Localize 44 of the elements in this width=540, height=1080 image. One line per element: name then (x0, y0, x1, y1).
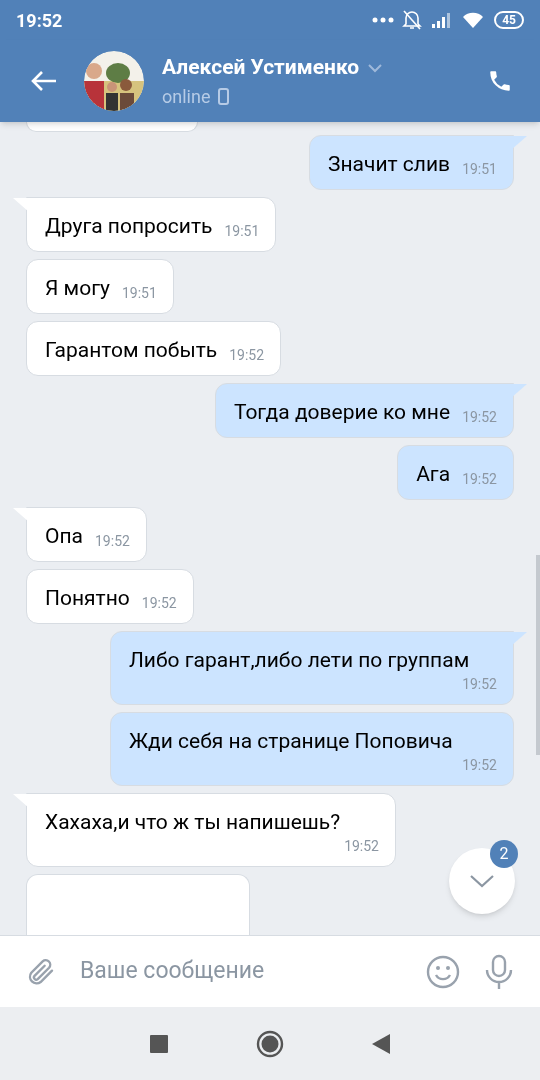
message-time: 19:52 (462, 408, 497, 427)
message-text: Ага (416, 461, 451, 488)
message-input[interactable]: Ваше сообщение (80, 954, 402, 989)
message-time: 19:52 (229, 346, 265, 365)
message-text: Гарантом побыть (45, 337, 218, 364)
unread-badge: 2 (490, 840, 518, 868)
scroll-down-button[interactable] (449, 848, 515, 914)
message-text: Друга попросить (45, 213, 213, 240)
message-text: Хахаха,и что ж ты напишешь? (45, 809, 341, 836)
message-text: Понятно (45, 585, 130, 612)
message-field[interactable]: Ваше сообщение (0, 935, 540, 1007)
message-time: 19:51 (462, 160, 497, 179)
status-time: 19:52 (16, 8, 63, 33)
message-text: Опа (45, 523, 83, 550)
microphone-icon[interactable] (484, 953, 514, 990)
back-icon[interactable] (372, 1033, 390, 1054)
message-time: 19:51 (121, 284, 157, 303)
signal-icon (432, 12, 453, 28)
back-arrow-icon (31, 70, 57, 92)
home-icon[interactable] (256, 1029, 284, 1058)
presence-status: online (162, 85, 211, 110)
chevron-down-icon (469, 874, 495, 888)
message-text: Жди себя на странице Поповича (129, 728, 453, 755)
phone-icon (218, 88, 230, 106)
message-text: Либо гарант,либо лети по группам (129, 647, 470, 674)
contact-name[interactable]: Алексей Устименко (162, 51, 360, 84)
recent-apps-icon[interactable] (150, 1034, 168, 1053)
wifi-icon (462, 12, 485, 28)
chevron-down-icon (367, 62, 384, 73)
message-time: 19:52 (462, 675, 497, 694)
message-text: Тогда доверие ко мне (233, 399, 451, 426)
message-text: Значит слив (328, 151, 451, 178)
phone-icon (487, 68, 513, 94)
smiley-icon[interactable] (426, 954, 460, 989)
message-time: 19:52 (141, 594, 177, 613)
message-time: 19:52 (95, 532, 130, 551)
message-time: 19:51 (224, 222, 260, 241)
battery-icon: 45 (494, 11, 524, 29)
message-time: 19:52 (344, 837, 379, 856)
message-time: 19:52 (462, 756, 497, 775)
bell-off-icon (402, 9, 423, 31)
message-text: Я могу (45, 275, 110, 302)
more-dots-icon (372, 17, 395, 23)
message-time: 19:52 (462, 470, 497, 489)
